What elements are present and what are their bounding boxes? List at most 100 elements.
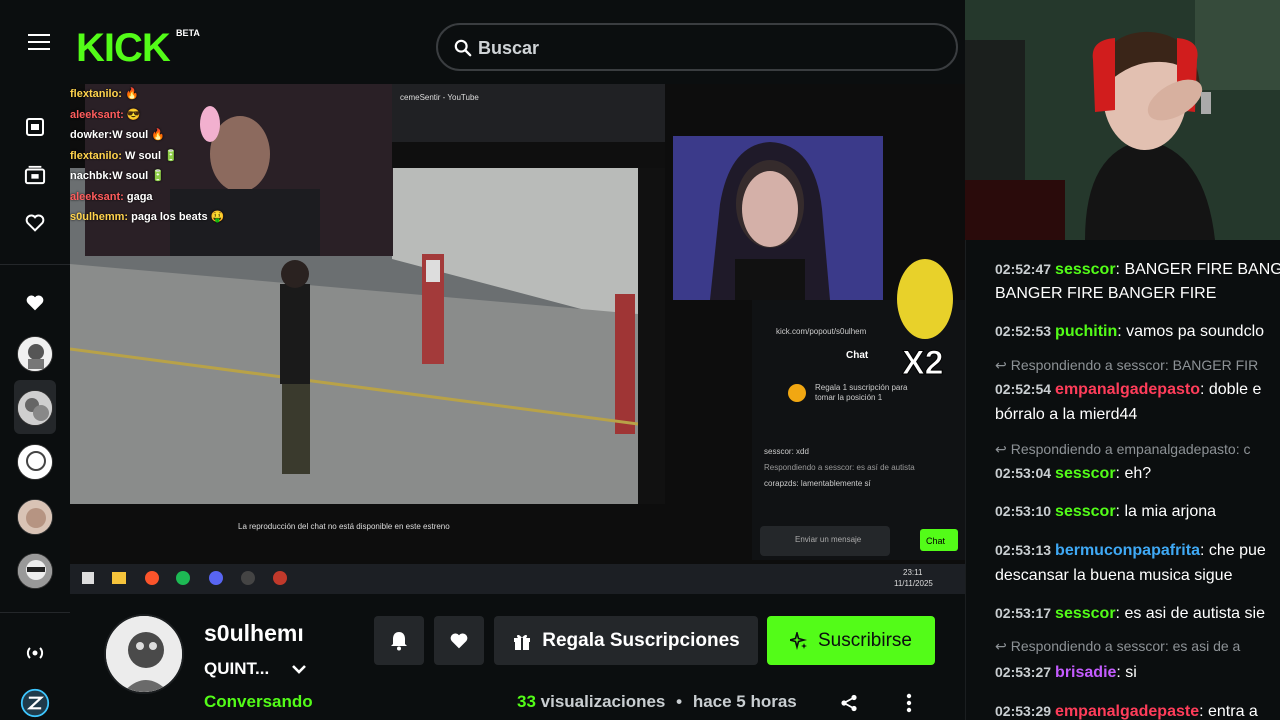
svg-text:kick.com/popout/s0ulhem: kick.com/popout/s0ulhem bbox=[776, 327, 867, 336]
chat-username[interactable]: sesscor bbox=[1055, 503, 1116, 520]
chat-message-continuation: BANGER FIRE BANGER FIRE bbox=[995, 283, 1280, 305]
chat-message: 02:52:47 sesscor: BANGER FIRE BANG bbox=[995, 258, 1280, 281]
stream-category[interactable]: Conversando bbox=[204, 692, 313, 712]
sidebar-divider bbox=[0, 612, 70, 613]
chat-text: eh? bbox=[1124, 465, 1152, 482]
chat-message: 02:53:17 sesscor: es asi de autista sie bbox=[995, 605, 1265, 622]
chat-reply-context[interactable]: ↩ Respondiendo a sesscor: BANGER FIR bbox=[995, 357, 1280, 374]
live-radio-icon[interactable] bbox=[20, 638, 50, 668]
svg-text:Chat: Chat bbox=[926, 536, 946, 546]
chat-timestamp: 02:53:13 bbox=[995, 542, 1052, 558]
views-count: 33 bbox=[517, 692, 536, 711]
chat-username[interactable]: bermuconpapafrita bbox=[1055, 542, 1200, 559]
chat-message: 02:53:27 brisadie: si bbox=[995, 664, 1137, 681]
reply-icon: ↩ bbox=[995, 357, 1007, 373]
chat-reply-context[interactable]: ↩ Respondiendo a empanalgadepasto: c bbox=[995, 441, 1280, 458]
bell-icon bbox=[391, 631, 407, 650]
webcam-frame bbox=[965, 0, 1280, 240]
channel-avatar[interactable] bbox=[104, 614, 184, 694]
chat-text: che pue bbox=[1208, 542, 1266, 559]
followed-channel-avatar[interactable] bbox=[17, 553, 53, 589]
chat-text: vamos pa soundclo bbox=[1126, 323, 1265, 340]
heart-icon[interactable] bbox=[20, 208, 50, 238]
followed-channels-heart-icon bbox=[20, 288, 50, 318]
followed-channel-avatar[interactable] bbox=[17, 499, 53, 535]
chevron-down-icon[interactable] bbox=[290, 660, 308, 678]
svg-text:11/11/2025: 11/11/2025 bbox=[894, 579, 933, 588]
chat-text: BANGER FIRE BANGER FIRE bbox=[995, 285, 1217, 302]
chat-username[interactable]: empanalgadepasto bbox=[1055, 381, 1200, 398]
search-bar[interactable] bbox=[436, 23, 958, 71]
chat-text: BANGER FIRE BANG bbox=[1124, 261, 1280, 278]
view-stats: 33 visualizaciones • hace 5 horas bbox=[517, 692, 797, 712]
followed-channel-avatar[interactable] bbox=[17, 444, 53, 480]
chat-panel: 02:52:47 sesscor: BANGER FIRE BANG BANGER… bbox=[965, 240, 1280, 720]
channel-name[interactable]: s0ulhemı bbox=[204, 620, 304, 647]
followed-channel-avatar[interactable] bbox=[17, 336, 53, 372]
overlay-chat-line: aleeksant: 😎 bbox=[70, 108, 141, 121]
overlay-chat-feed: flextanilo: 🔥 aleeksant: 😎 dowker:W soul… bbox=[70, 84, 270, 234]
svg-text:sesscor: xdd: sesscor: xdd bbox=[764, 447, 809, 456]
overlay-chat-line: nachbk:W soul 🔋 bbox=[70, 170, 165, 182]
left-sidebar bbox=[0, 84, 70, 720]
x2-badge: X2 bbox=[902, 344, 944, 382]
chat-username[interactable]: puchitin bbox=[1055, 323, 1117, 340]
chat-reply-context[interactable]: ↩ Respondiendo a sesscor: es asi de a bbox=[995, 638, 1280, 655]
chat-message: 02:53:13 bermuconpapafrita: che pue bbox=[995, 542, 1266, 559]
chat-message: 02:53:10 sesscor: la mia arjona bbox=[995, 503, 1217, 520]
stream-title: QUINT... bbox=[204, 659, 270, 678]
browse-icon[interactable] bbox=[20, 112, 50, 142]
sparkle-icon bbox=[790, 631, 808, 650]
menu-icon[interactable] bbox=[28, 34, 50, 50]
overlay-chat-line: flextanilo: W soul 🔋 bbox=[70, 149, 178, 162]
chat-timestamp: 02:53:04 bbox=[995, 465, 1052, 481]
chat-text: si bbox=[1125, 664, 1137, 681]
chat-text: entra a bbox=[1208, 703, 1258, 720]
chat-timestamp: 02:53:17 bbox=[995, 605, 1052, 621]
following-icon[interactable] bbox=[20, 160, 50, 190]
notifications-button[interactable] bbox=[374, 616, 424, 665]
chat-username[interactable]: sesscor bbox=[1055, 605, 1116, 622]
chat-username[interactable]: sesscor bbox=[1055, 465, 1116, 482]
more-options-icon[interactable] bbox=[904, 693, 914, 713]
chat-timestamp: 02:53:27 bbox=[995, 664, 1052, 680]
chat-message-continuation: bórralo a la mierd44 bbox=[995, 404, 1280, 426]
svg-text:corapzds: lamentablemente sí: corapzds: lamentablemente sí bbox=[764, 479, 872, 488]
time-ago: hace 5 horas bbox=[692, 692, 797, 711]
views-label: visualizaciones bbox=[540, 692, 666, 711]
chat-message-continuation: descansar la buena musica sigue bbox=[995, 565, 1280, 587]
follow-button[interactable] bbox=[434, 616, 484, 665]
kick-logo[interactable]: KICK bbox=[76, 26, 171, 71]
streamer-webcam bbox=[965, 0, 1280, 240]
svg-text:Respondiendo a sesscor: es así: Respondiendo a sesscor: es así de autist… bbox=[764, 463, 915, 472]
overlay-chat-line: s0ulhemm: paga los beats 🤑 bbox=[70, 211, 225, 223]
reply-icon: ↩ bbox=[995, 441, 1007, 457]
reply-icon: ↩ bbox=[995, 638, 1007, 654]
kick-stream-page: KICK BETA Buscar cemeSentir - YouTube La… bbox=[0, 0, 1280, 720]
chat-text: bórralo a la mierd44 bbox=[995, 406, 1138, 423]
svg-text:tomar la posición 1: tomar la posición 1 bbox=[815, 393, 883, 402]
svg-text:Regala 1 suscripción para: Regala 1 suscripción para bbox=[815, 383, 908, 392]
gift-subscriptions-button[interactable]: Regala Suscripciones bbox=[494, 616, 758, 665]
sidebar-divider bbox=[0, 264, 70, 265]
app-badge-icon[interactable] bbox=[20, 688, 50, 718]
overlay-chat-line: flextanilo: 🔥 bbox=[70, 88, 139, 100]
overlay-chat-line: dowker:W soul 🔥 bbox=[70, 129, 165, 141]
chat-username[interactable]: brisadie bbox=[1055, 664, 1116, 681]
subscribe-button[interactable]: Suscribirse bbox=[767, 616, 935, 665]
chat-text: la mia arjona bbox=[1124, 503, 1217, 520]
chat-username[interactable]: sesscor bbox=[1055, 261, 1116, 278]
video-player[interactable]: cemeSentir - YouTube La reproducción del… bbox=[70, 84, 965, 594]
svg-text:23:11: 23:11 bbox=[903, 568, 923, 577]
channel-info-bar: s0ulhemı QUINT... Conversando Regala Sus… bbox=[70, 594, 965, 720]
followed-channel-avatar-active[interactable] bbox=[17, 390, 53, 426]
chat-message: 02:53:29 empanalgadepaste: entra a bbox=[995, 703, 1258, 720]
share-icon[interactable] bbox=[840, 694, 858, 712]
chat-username[interactable]: empanalgadepaste bbox=[1055, 703, 1199, 720]
chat-message: 02:53:04 sesscor: eh? bbox=[995, 465, 1152, 482]
heart-icon bbox=[450, 632, 468, 648]
search-input[interactable] bbox=[478, 35, 938, 61]
chat-timestamp: 02:52:54 bbox=[995, 381, 1052, 397]
chat-text: doble e bbox=[1208, 381, 1262, 398]
beta-badge: BETA bbox=[176, 28, 200, 38]
